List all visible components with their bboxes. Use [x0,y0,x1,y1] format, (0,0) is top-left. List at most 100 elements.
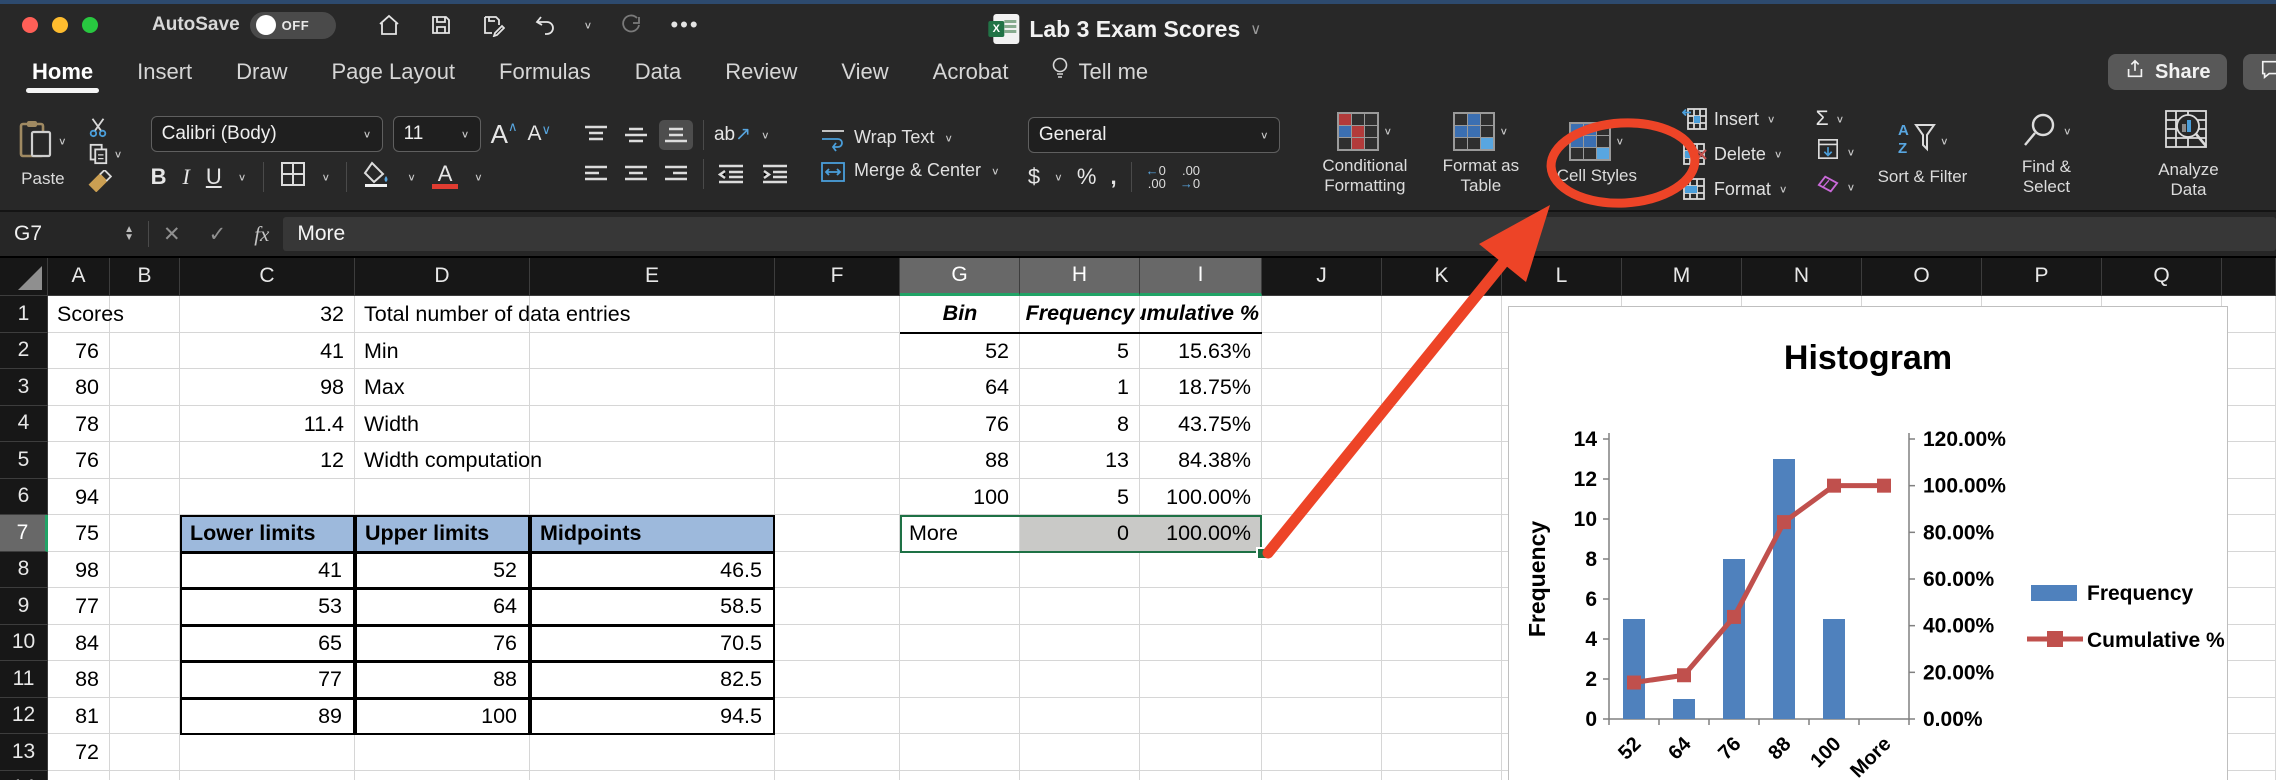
tab-data[interactable]: Data [633,49,683,95]
cell-A2[interactable]: 76 [48,333,110,371]
paste-button[interactable]: ∨ Paste [10,119,76,188]
home-icon[interactable] [376,12,402,38]
column-header-K[interactable]: K [1382,256,1502,296]
save-as-icon[interactable] [480,12,506,38]
cell-D1[interactable]: Total number of data entries [355,296,631,334]
column-header-F[interactable]: F [775,256,900,296]
cell-H4[interactable]: 8 [1020,406,1140,444]
cell-H1[interactable]: Frequency [1020,296,1140,334]
fill-color-icon[interactable] [363,161,391,192]
cell-C11[interactable]: 77 [180,661,355,699]
autosum-chevron-icon[interactable]: ∨ [1836,113,1845,125]
align-top-icon[interactable] [579,120,613,150]
tell-me[interactable]: Tell me [1050,56,1148,88]
bold-button[interactable]: B [151,164,167,190]
cell-C4[interactable]: 11.4 [180,406,355,444]
column-header-L[interactable]: L [1502,256,1622,296]
orientation-icon[interactable]: ab↗ [714,123,751,146]
cell-G4[interactable]: 76 [900,406,1020,444]
more-icon[interactable]: ••• [670,12,699,38]
column-header-Q[interactable]: Q [2102,256,2222,296]
decrease-decimal-icon[interactable]: .00→0 [1180,164,1200,190]
copy-chevron-icon[interactable]: ∨ [114,148,123,160]
name-box[interactable]: G7 ▲▼ [0,222,148,246]
cell-C3[interactable]: 98 [180,369,355,407]
fill-color-chevron-icon[interactable]: ∨ [407,171,416,183]
undo-icon[interactable] [532,12,558,38]
cell-H5[interactable]: 13 [1020,442,1140,480]
increase-font-icon[interactable]: A∧ [491,119,518,150]
analyze-data-button[interactable]: Analyze Data [2131,109,2245,200]
cell-H2[interactable]: 5 [1020,333,1140,371]
cell-A9[interactable]: 77 [48,588,110,626]
align-middle-icon[interactable] [619,120,653,150]
cell-A7[interactable]: 75 [48,515,110,553]
font-color-icon[interactable]: A [432,164,458,189]
row-header-8[interactable]: 8 [0,552,48,589]
sort-filter-button[interactable]: AZ ∨ Sort & Filter [1865,121,1979,186]
autosum-icon[interactable]: Σ [1816,107,1829,131]
cell-E8[interactable]: 46.5 [530,552,775,590]
minimize-icon[interactable] [52,17,68,33]
column-header-partial[interactable] [2222,256,2276,296]
align-right-icon[interactable] [659,159,693,189]
cell-A13[interactable]: 72 [48,734,110,772]
row-header-5[interactable]: 5 [0,442,48,479]
cell-C10[interactable]: 65 [180,625,355,663]
cell-D12[interactable]: 100 [355,698,530,736]
document-title-group[interactable]: Lab 3 Exam Scores ∨ [993,8,1261,50]
worksheet[interactable]: Histogram024681012140.00%20.00%40.00%60.… [0,256,2276,780]
cell-G7[interactable]: More [900,515,958,553]
zoom-icon[interactable] [82,17,98,33]
fx-icon[interactable]: fx [254,222,269,247]
cell-C1[interactable]: 32 [180,296,355,334]
bar-88[interactable] [1773,459,1795,719]
format-as-table-button[interactable]: ∨ Format as Table [1424,112,1538,195]
tab-page-layout[interactable]: Page Layout [330,49,458,95]
cell-D8[interactable]: 52 [355,552,530,590]
cell-C12[interactable]: 89 [180,698,355,736]
cell-A8[interactable]: 98 [48,552,110,590]
column-header-P[interactable]: P [1982,256,2102,296]
align-center-icon[interactable] [619,159,653,189]
select-all-corner[interactable] [0,256,48,296]
insert-button[interactable]: Insert ∨ [1682,107,1788,131]
cell-A10[interactable]: 84 [48,625,110,663]
column-header-I[interactable]: I [1140,256,1262,296]
tab-home[interactable]: Home [30,49,95,95]
percent-format-icon[interactable]: % [1077,164,1097,190]
cell-E11[interactable]: 82.5 [530,661,775,699]
tab-insert[interactable]: Insert [135,49,194,95]
bar-100[interactable] [1823,619,1845,719]
tab-view[interactable]: View [839,49,890,95]
currency-format-icon[interactable]: $ [1028,164,1040,190]
tab-review[interactable]: Review [723,49,799,95]
cell-H3[interactable]: 1 [1020,369,1140,407]
cell-A1[interactable]: Scores [48,296,124,334]
tab-acrobat[interactable]: Acrobat [931,49,1011,95]
cell-E7[interactable]: Midpoints [530,515,775,553]
clear-chevron-icon[interactable]: ∨ [1847,181,1856,193]
row-header-7[interactable]: 7 [0,515,48,552]
cell-A3[interactable]: 80 [48,369,110,407]
bar-76[interactable] [1723,559,1745,719]
cell-D11[interactable]: 88 [355,661,530,699]
format-painter-icon[interactable] [86,170,110,192]
row-header-12[interactable]: 12 [0,698,48,735]
cell-E9[interactable]: 58.5 [530,588,775,626]
underline-chevron-icon[interactable]: ∨ [238,171,247,183]
cut-icon[interactable] [86,116,110,138]
row-header-10[interactable]: 10 [0,625,48,662]
delete-button[interactable]: Delete ∨ [1682,142,1788,166]
column-header-A[interactable]: A [48,256,110,296]
column-header-M[interactable]: M [1622,256,1742,296]
cell-D10[interactable]: 76 [355,625,530,663]
cell-A11[interactable]: 88 [48,661,110,699]
cumulative-line[interactable] [1634,486,1884,683]
cell-C5[interactable]: 12 [180,442,355,480]
cell-I6[interactable]: 100.00% [1140,479,1262,517]
cell-I2[interactable]: 15.63% [1140,333,1262,371]
decrease-font-icon[interactable]: A∨ [527,122,551,146]
copy-icon[interactable] [86,143,110,165]
clear-eraser-icon[interactable] [1816,173,1840,201]
